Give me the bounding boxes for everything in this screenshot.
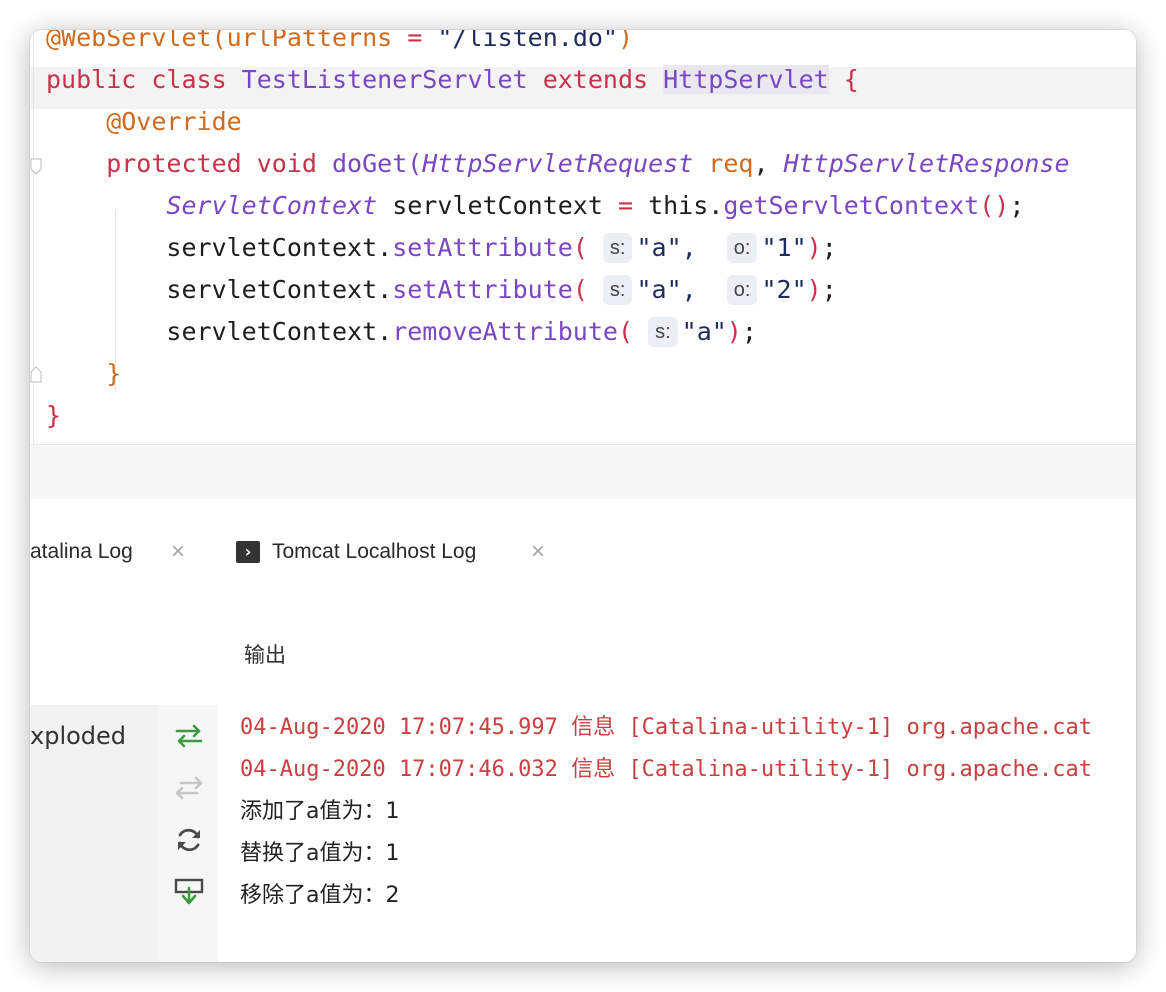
code-token: ; [821, 275, 837, 304]
code-token: @Override [46, 107, 242, 136]
code-token: HttpServlet [663, 65, 829, 94]
code-line[interactable]: @WebServlet(urlPatterns = "/listen.do") [46, 30, 633, 59]
tab-tomcat-localhost-log[interactable]: Tomcat Localhost Log [272, 537, 476, 567]
code-token: "2" [761, 275, 807, 304]
code-line[interactable]: protected void doGet(HttpServletRequest … [46, 143, 1070, 185]
code-token: setAttribute [392, 275, 573, 304]
parameter-hint: s: [602, 275, 633, 305]
code-token: TestListenerServlet [241, 65, 528, 94]
parameter-hint: s: [602, 233, 633, 263]
code-token: public class [46, 65, 242, 94]
code-token: HttpServletResponse [783, 149, 1070, 178]
console-line: 添加了a值为：1 [240, 799, 400, 824]
code-token: servletContext. [46, 317, 393, 346]
code-token: extends [527, 65, 664, 94]
code-token: req [708, 149, 754, 178]
output-header: 输出 [244, 643, 286, 667]
code-token: protected void [46, 149, 332, 178]
code-token: getServletContext [723, 191, 980, 220]
code-token: { [828, 65, 859, 94]
code-token: ) [617, 30, 634, 52]
update-disabled-icon [175, 776, 203, 800]
code-token: "/listen.do" [437, 30, 618, 52]
code-token: } [46, 401, 62, 430]
code-line[interactable]: ServletContext servletContext = this.get… [46, 185, 1024, 227]
terminal-icon: › [236, 541, 260, 563]
console-line: 移除了a值为：2 [240, 883, 400, 908]
deployment-item[interactable]: xploded [30, 721, 126, 751]
ide-window: @WebServlet(urlPatterns = "/listen.do") p… [30, 30, 1136, 962]
code-line[interactable]: } [46, 353, 121, 395]
console-line: 04-Aug-2020 17:07:45.997 信息 [Catalina-ut… [240, 715, 1092, 740]
code-token: servletContext. [46, 233, 393, 262]
code-token: servletContext. [46, 275, 393, 304]
console-line: 04-Aug-2020 17:07:46.032 信息 [Catalina-ut… [240, 757, 1092, 782]
scroll-to-end-icon[interactable] [173, 876, 205, 908]
parameter-hint: s: [648, 317, 678, 347]
code-line[interactable]: servletContext.setAttribute( s: "a", o: "2… [46, 269, 837, 311]
parameter-hint: o: [726, 233, 758, 263]
fold-marker-icon[interactable] [30, 158, 42, 176]
code-line[interactable]: servletContext.setAttribute( s: "a", o: "1… [46, 227, 837, 269]
code-token: ; [741, 317, 757, 346]
editor-status-strip [30, 444, 1136, 500]
code-line[interactable]: public class TestListenerServlet extends… [46, 59, 859, 101]
code-token: ( [572, 233, 603, 262]
code-token: ) [806, 275, 822, 304]
code-token: ; [821, 233, 837, 262]
code-line[interactable]: @Override [46, 101, 242, 143]
code-token: = [617, 191, 634, 220]
redeploy-icon[interactable] [173, 720, 205, 752]
parameter-hint: o: [726, 275, 758, 305]
code-token: ( [572, 275, 603, 304]
code-token: ) [806, 233, 822, 262]
code-token: removeAttribute [392, 317, 618, 346]
code-token: () [979, 191, 1010, 220]
close-icon[interactable]: × [163, 537, 193, 567]
fold-end-marker-icon[interactable] [30, 365, 42, 383]
code-token: = [392, 30, 438, 52]
code-token: ( [617, 317, 649, 346]
log-tab-bar: atalina Log × › Tomcat Localhost Log × [30, 499, 1136, 609]
reload-icon[interactable] [173, 824, 205, 856]
code-line[interactable]: } [46, 395, 61, 437]
code-token: } [46, 359, 122, 388]
code-token: HttpServletRequest [422, 149, 694, 178]
code-token: urlPatterns [226, 30, 393, 52]
code-token: servletContext [377, 191, 618, 220]
code-token: doGet( [331, 149, 423, 178]
code-token: "1" [761, 233, 807, 262]
tab-catalina-log[interactable]: atalina Log [30, 537, 133, 567]
code-token: , [753, 149, 784, 178]
code-token: ) [726, 317, 742, 346]
code-token: setAttribute [392, 233, 573, 262]
close-icon[interactable]: × [523, 537, 553, 567]
code-token: ServletContext [166, 191, 378, 220]
code-token: ; [1009, 191, 1025, 220]
code-line[interactable]: servletContext.removeAttribute( s: "a"); [46, 311, 757, 353]
code-token: this. [633, 191, 724, 220]
deployment-panel: xploded [30, 705, 158, 962]
console-line: 替换了a值为：1 [240, 841, 400, 866]
code-token: @WebServlet( [46, 30, 227, 52]
code-token: "a", [636, 233, 727, 262]
code-editor[interactable]: @WebServlet(urlPatterns = "/listen.do") p… [30, 30, 1136, 444]
code-token: "a", [636, 275, 727, 304]
code-token: "a" [681, 317, 727, 346]
